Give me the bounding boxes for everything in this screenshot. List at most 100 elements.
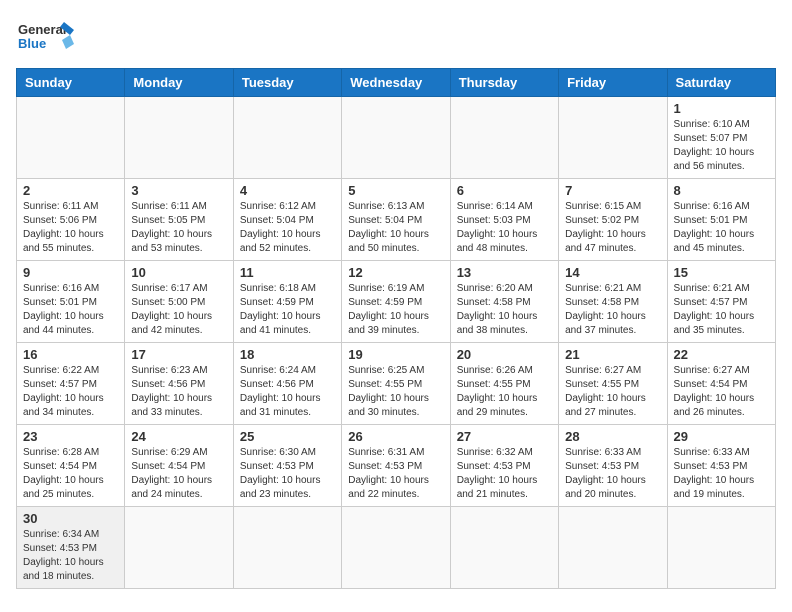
calendar-cell: 5Sunrise: 6:13 AM Sunset: 5:04 PM Daylig… bbox=[342, 179, 450, 261]
calendar-header-friday: Friday bbox=[559, 69, 667, 97]
calendar-cell: 12Sunrise: 6:19 AM Sunset: 4:59 PM Dayli… bbox=[342, 261, 450, 343]
calendar-cell: 2 Sunrise: 6:11 AM Sunset: 5:06 PM Daylig… bbox=[17, 179, 125, 261]
day-info: Sunrise: 6:14 AM Sunset: 5:03 PM Dayligh… bbox=[457, 200, 552, 256]
day-info: Sunrise: 6:24 AM Sunset: 4:56 PM Dayligh… bbox=[240, 364, 335, 420]
calendar-cell bbox=[125, 97, 233, 179]
calendar-cell: 1 Sunrise: 6:10 AM Sunset: 5:07 PM Daylig… bbox=[667, 97, 775, 179]
calendar-week-row: 16Sunrise: 6:22 AM Sunset: 4:57 PM Dayli… bbox=[17, 343, 776, 425]
day-number: 11 bbox=[240, 265, 335, 280]
day-number: 2 bbox=[23, 183, 118, 198]
calendar-cell bbox=[450, 97, 558, 179]
day-number: 22 bbox=[674, 347, 769, 362]
calendar-header-tuesday: Tuesday bbox=[233, 69, 341, 97]
calendar-cell: 3Sunrise: 6:11 AM Sunset: 5:05 PM Daylig… bbox=[125, 179, 233, 261]
day-number: 9 bbox=[23, 265, 118, 280]
calendar-week-row: 23Sunrise: 6:28 AM Sunset: 4:54 PM Dayli… bbox=[17, 425, 776, 507]
logo: General Blue bbox=[16, 16, 76, 60]
day-info: Sunrise: 6:12 AM Sunset: 5:04 PM Dayligh… bbox=[240, 200, 335, 256]
day-info: Sunrise: 6:33 AM Sunset: 4:53 PM Dayligh… bbox=[565, 446, 660, 502]
day-info: Sunrise: 6:32 AM Sunset: 4:53 PM Dayligh… bbox=[457, 446, 552, 502]
day-number: 21 bbox=[565, 347, 660, 362]
day-number: 14 bbox=[565, 265, 660, 280]
calendar-cell bbox=[17, 97, 125, 179]
day-number: 29 bbox=[674, 429, 769, 444]
day-info: Sunrise: 6:20 AM Sunset: 4:58 PM Dayligh… bbox=[457, 282, 552, 338]
calendar-cell bbox=[559, 507, 667, 589]
day-number: 25 bbox=[240, 429, 335, 444]
day-number: 5 bbox=[348, 183, 443, 198]
svg-text:Blue: Blue bbox=[18, 36, 46, 51]
calendar-week-row: 9Sunrise: 6:16 AM Sunset: 5:01 PM Daylig… bbox=[17, 261, 776, 343]
calendar-table: SundayMondayTuesdayWednesdayThursdayFrid… bbox=[16, 68, 776, 589]
day-info: Sunrise: 6:10 AM Sunset: 5:07 PM Dayligh… bbox=[674, 118, 769, 174]
calendar-cell: 23Sunrise: 6:28 AM Sunset: 4:54 PM Dayli… bbox=[17, 425, 125, 507]
day-info: Sunrise: 6:15 AM Sunset: 5:02 PM Dayligh… bbox=[565, 200, 660, 256]
calendar-header-saturday: Saturday bbox=[667, 69, 775, 97]
day-info: Sunrise: 6:34 AM Sunset: 4:53 PM Dayligh… bbox=[23, 528, 118, 584]
calendar-cell: 21Sunrise: 6:27 AM Sunset: 4:55 PM Dayli… bbox=[559, 343, 667, 425]
calendar-cell: 16Sunrise: 6:22 AM Sunset: 4:57 PM Dayli… bbox=[17, 343, 125, 425]
day-number: 24 bbox=[131, 429, 226, 444]
page-header: General Blue bbox=[16, 16, 776, 60]
day-info: Sunrise: 6:11 AM Sunset: 5:06 PM Dayligh… bbox=[23, 200, 118, 256]
day-number: 8 bbox=[674, 183, 769, 198]
day-number: 4 bbox=[240, 183, 335, 198]
day-info: Sunrise: 6:26 AM Sunset: 4:55 PM Dayligh… bbox=[457, 364, 552, 420]
day-number: 20 bbox=[457, 347, 552, 362]
calendar-cell: 22 Sunrise: 6:27 AM Sunset: 4:54 PM Dayli… bbox=[667, 343, 775, 425]
day-number: 30 bbox=[23, 511, 118, 526]
calendar-cell: 26Sunrise: 6:31 AM Sunset: 4:53 PM Dayli… bbox=[342, 425, 450, 507]
calendar-week-row: 1 Sunrise: 6:10 AM Sunset: 5:07 PM Daylig… bbox=[17, 97, 776, 179]
calendar-cell: 24 Sunrise: 6:29 AM Sunset: 4:54 PM Dayli… bbox=[125, 425, 233, 507]
day-info: Sunrise: 6:25 AM Sunset: 4:55 PM Dayligh… bbox=[348, 364, 443, 420]
calendar-cell: 27 Sunrise: 6:32 AM Sunset: 4:53 PM Dayli… bbox=[450, 425, 558, 507]
day-info: Sunrise: 6:16 AM Sunset: 5:01 PM Dayligh… bbox=[674, 200, 769, 256]
calendar-header-sunday: Sunday bbox=[17, 69, 125, 97]
calendar-cell: 29 Sunrise: 6:33 AM Sunset: 4:53 PM Dayli… bbox=[667, 425, 775, 507]
day-info: Sunrise: 6:22 AM Sunset: 4:57 PM Dayligh… bbox=[23, 364, 118, 420]
calendar-cell: 19 Sunrise: 6:25 AM Sunset: 4:55 PM Dayli… bbox=[342, 343, 450, 425]
calendar-cell bbox=[667, 507, 775, 589]
day-number: 28 bbox=[565, 429, 660, 444]
day-number: 3 bbox=[131, 183, 226, 198]
calendar-cell: 20 Sunrise: 6:26 AM Sunset: 4:55 PM Dayli… bbox=[450, 343, 558, 425]
calendar-cell: 28 Sunrise: 6:33 AM Sunset: 4:53 PM Dayli… bbox=[559, 425, 667, 507]
calendar-cell bbox=[559, 97, 667, 179]
calendar-cell: 30 Sunrise: 6:34 AM Sunset: 4:53 PM Dayli… bbox=[17, 507, 125, 589]
day-number: 27 bbox=[457, 429, 552, 444]
calendar-header-row: SundayMondayTuesdayWednesdayThursdayFrid… bbox=[17, 69, 776, 97]
day-info: Sunrise: 6:27 AM Sunset: 4:54 PM Dayligh… bbox=[674, 364, 769, 420]
day-info: Sunrise: 6:29 AM Sunset: 4:54 PM Dayligh… bbox=[131, 446, 226, 502]
calendar-cell bbox=[233, 507, 341, 589]
calendar-header-wednesday: Wednesday bbox=[342, 69, 450, 97]
logo-svg: General Blue bbox=[16, 16, 76, 60]
day-number: 19 bbox=[348, 347, 443, 362]
day-info: Sunrise: 6:33 AM Sunset: 4:53 PM Dayligh… bbox=[674, 446, 769, 502]
svg-text:General: General bbox=[18, 22, 66, 37]
day-info: Sunrise: 6:18 AM Sunset: 4:59 PM Dayligh… bbox=[240, 282, 335, 338]
calendar-cell: 14 Sunrise: 6:21 AM Sunset: 4:58 PM Dayli… bbox=[559, 261, 667, 343]
day-number: 17 bbox=[131, 347, 226, 362]
calendar-cell: 15 Sunrise: 6:21 AM Sunset: 4:57 PM Dayli… bbox=[667, 261, 775, 343]
calendar-cell: 13Sunrise: 6:20 AM Sunset: 4:58 PM Dayli… bbox=[450, 261, 558, 343]
calendar-cell bbox=[450, 507, 558, 589]
day-number: 1 bbox=[674, 101, 769, 116]
calendar-header-monday: Monday bbox=[125, 69, 233, 97]
calendar-cell: 8 Sunrise: 6:16 AM Sunset: 5:01 PM Daylig… bbox=[667, 179, 775, 261]
day-number: 23 bbox=[23, 429, 118, 444]
calendar-cell: 25Sunrise: 6:30 AM Sunset: 4:53 PM Dayli… bbox=[233, 425, 341, 507]
day-info: Sunrise: 6:21 AM Sunset: 4:57 PM Dayligh… bbox=[674, 282, 769, 338]
day-number: 15 bbox=[674, 265, 769, 280]
day-number: 12 bbox=[348, 265, 443, 280]
calendar-cell: 7 Sunrise: 6:15 AM Sunset: 5:02 PM Daylig… bbox=[559, 179, 667, 261]
day-info: Sunrise: 6:21 AM Sunset: 4:58 PM Dayligh… bbox=[565, 282, 660, 338]
day-number: 6 bbox=[457, 183, 552, 198]
calendar-cell: 11 Sunrise: 6:18 AM Sunset: 4:59 PM Dayli… bbox=[233, 261, 341, 343]
calendar-cell bbox=[342, 507, 450, 589]
calendar-week-row: 2 Sunrise: 6:11 AM Sunset: 5:06 PM Daylig… bbox=[17, 179, 776, 261]
calendar-cell bbox=[233, 97, 341, 179]
day-info: Sunrise: 6:31 AM Sunset: 4:53 PM Dayligh… bbox=[348, 446, 443, 502]
day-info: Sunrise: 6:23 AM Sunset: 4:56 PM Dayligh… bbox=[131, 364, 226, 420]
calendar-cell: 17 Sunrise: 6:23 AM Sunset: 4:56 PM Dayli… bbox=[125, 343, 233, 425]
day-number: 7 bbox=[565, 183, 660, 198]
